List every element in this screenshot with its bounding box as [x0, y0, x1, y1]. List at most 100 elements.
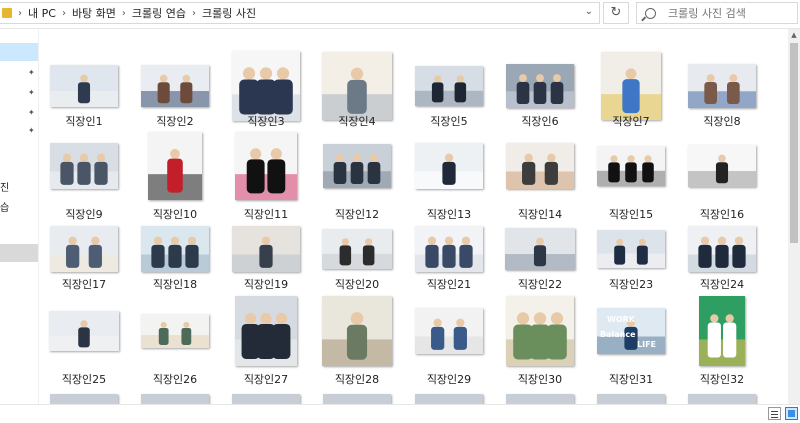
nav-item-highlight[interactable]: [0, 244, 38, 262]
image-thumbnail[interactable]: WORK Balance LIFE: [597, 308, 665, 354]
nav-item-label[interactable]: 습: [0, 199, 9, 214]
image-thumbnail[interactable]: [506, 394, 574, 404]
image-thumbnail[interactable]: [597, 394, 665, 404]
image-thumbnail[interactable]: [232, 394, 300, 404]
chevron-right-icon[interactable]: ›: [122, 8, 126, 19]
image-thumbnail[interactable]: [699, 296, 745, 366]
file-name-label: 직장인3: [247, 115, 285, 128]
image-thumbnail[interactable]: [415, 226, 483, 272]
file-name-label: 직장인6: [521, 115, 559, 128]
image-thumbnail[interactable]: [49, 311, 119, 351]
file-name-label: 직장인15: [608, 208, 654, 221]
file-name-label: 직장인9: [65, 208, 103, 221]
pin-icon: ✦: [28, 68, 35, 77]
file-name-label: 직장인13: [426, 208, 472, 221]
image-thumbnail[interactable]: [141, 394, 209, 404]
image-thumbnail[interactable]: [50, 226, 118, 272]
file-name-label: 직장인26: [152, 373, 198, 386]
file-name-label: 직장인23: [608, 278, 654, 291]
file-name-label: 직장인4: [338, 115, 376, 128]
pin-icon: ✦: [28, 126, 35, 135]
file-name-label: 직장인21: [426, 278, 472, 291]
image-thumbnail[interactable]: [597, 230, 665, 268]
chevron-right-icon[interactable]: ›: [192, 8, 196, 19]
pin-icon: ✦: [28, 108, 35, 117]
file-name-label: 직장인14: [517, 208, 563, 221]
file-name-label: 직장인12: [334, 208, 380, 221]
breadcrumb-my-pc[interactable]: 내 PC: [28, 5, 56, 21]
image-thumbnail[interactable]: [688, 394, 756, 404]
address-toolbar: › 내 PC › 바탕 화면 › 크롤링 연습 › 크롤링 사진 ⌄ ↻: [0, 0, 800, 29]
vertical-scrollbar[interactable]: ▲: [788, 29, 800, 404]
file-name-label: 직장인1: [65, 115, 103, 128]
nav-item-label[interactable]: 진: [0, 179, 9, 194]
image-thumbnail[interactable]: [415, 394, 483, 404]
nav-item-selected[interactable]: [0, 43, 38, 61]
scroll-up-icon[interactable]: ▲: [788, 29, 800, 41]
navigation-pane: ✦ ✦ ✦ ✦ 진 습: [0, 29, 39, 404]
refresh-icon: ↻: [610, 5, 622, 20]
address-bar[interactable]: › 내 PC › 바탕 화면 › 크롤링 연습 › 크롤링 사진 ⌄: [0, 2, 600, 24]
file-name-label: 직장인11: [243, 208, 289, 221]
image-thumbnail[interactable]: [232, 226, 300, 272]
file-name-label: 직장인30: [517, 373, 563, 386]
chevron-down-icon[interactable]: ⌄: [585, 6, 593, 17]
details-view-button[interactable]: [768, 407, 781, 420]
image-thumbnail[interactable]: [506, 296, 574, 366]
image-thumbnail[interactable]: [141, 65, 209, 107]
thumb-text-life: LIFE: [637, 340, 657, 349]
image-thumbnail[interactable]: [323, 144, 391, 188]
search-input[interactable]: [666, 5, 790, 21]
large-icons-view-button[interactable]: [785, 407, 798, 420]
breadcrumb-crawling-photos[interactable]: 크롤링 사진: [202, 5, 256, 21]
image-thumbnail[interactable]: [415, 143, 483, 189]
chevron-right-icon[interactable]: ›: [62, 8, 66, 19]
file-name-label: 직장인29: [426, 373, 472, 386]
chevron-right-icon[interactable]: ›: [18, 8, 22, 19]
image-thumbnail[interactable]: [688, 226, 756, 272]
image-thumbnail[interactable]: [415, 308, 483, 354]
file-name-label: 직장인16: [699, 208, 745, 221]
file-name-label: 직장인22: [517, 278, 563, 291]
file-name-label: 직장인7: [612, 115, 650, 128]
breadcrumb-desktop[interactable]: 바탕 화면: [72, 5, 116, 21]
file-name-label: 직장인32: [699, 373, 745, 386]
status-bar: [0, 404, 800, 423]
image-thumbnail[interactable]: [232, 51, 300, 121]
file-name-label: 직장인31: [608, 373, 654, 386]
image-thumbnail[interactable]: [148, 132, 202, 200]
file-name-label: 직장인19: [243, 278, 289, 291]
file-name-label: 직장인25: [61, 373, 107, 386]
image-thumbnail[interactable]: [322, 229, 392, 269]
image-thumbnail[interactable]: [688, 64, 756, 108]
image-thumbnail[interactable]: [597, 146, 665, 186]
image-thumbnail[interactable]: [322, 52, 392, 120]
image-thumbnail[interactable]: [235, 132, 297, 200]
scrollbar-thumb[interactable]: [790, 43, 798, 243]
file-name-label: 직장인8: [703, 115, 741, 128]
image-thumbnail[interactable]: [50, 65, 118, 107]
image-thumbnail[interactable]: [235, 296, 297, 366]
image-thumbnail[interactable]: [505, 228, 575, 270]
thumb-text-work: WORK: [607, 315, 635, 324]
search-box[interactable]: [636, 2, 798, 24]
refresh-button[interactable]: ↻: [603, 2, 629, 24]
image-thumbnail[interactable]: [415, 66, 483, 106]
breadcrumb-crawling-practice[interactable]: 크롤링 연습: [132, 5, 186, 21]
file-name-label: 직장인28: [334, 373, 380, 386]
image-thumbnail[interactable]: [323, 394, 391, 404]
file-name-label: 직장인17: [61, 278, 107, 291]
image-thumbnail[interactable]: [141, 314, 209, 348]
file-name-label: 직장인24: [699, 278, 745, 291]
image-thumbnail[interactable]: [506, 143, 574, 189]
image-thumbnail[interactable]: [141, 226, 209, 272]
file-name-label: 직장인5: [430, 115, 468, 128]
file-name-label: 직장인2: [156, 115, 194, 128]
image-thumbnail[interactable]: [50, 394, 118, 404]
image-thumbnail[interactable]: [688, 145, 756, 187]
image-thumbnail[interactable]: [50, 143, 118, 189]
image-thumbnail[interactable]: [601, 52, 661, 120]
image-thumbnail[interactable]: [506, 64, 574, 108]
image-thumbnail[interactable]: [322, 296, 392, 366]
pin-icon: ✦: [28, 88, 35, 97]
